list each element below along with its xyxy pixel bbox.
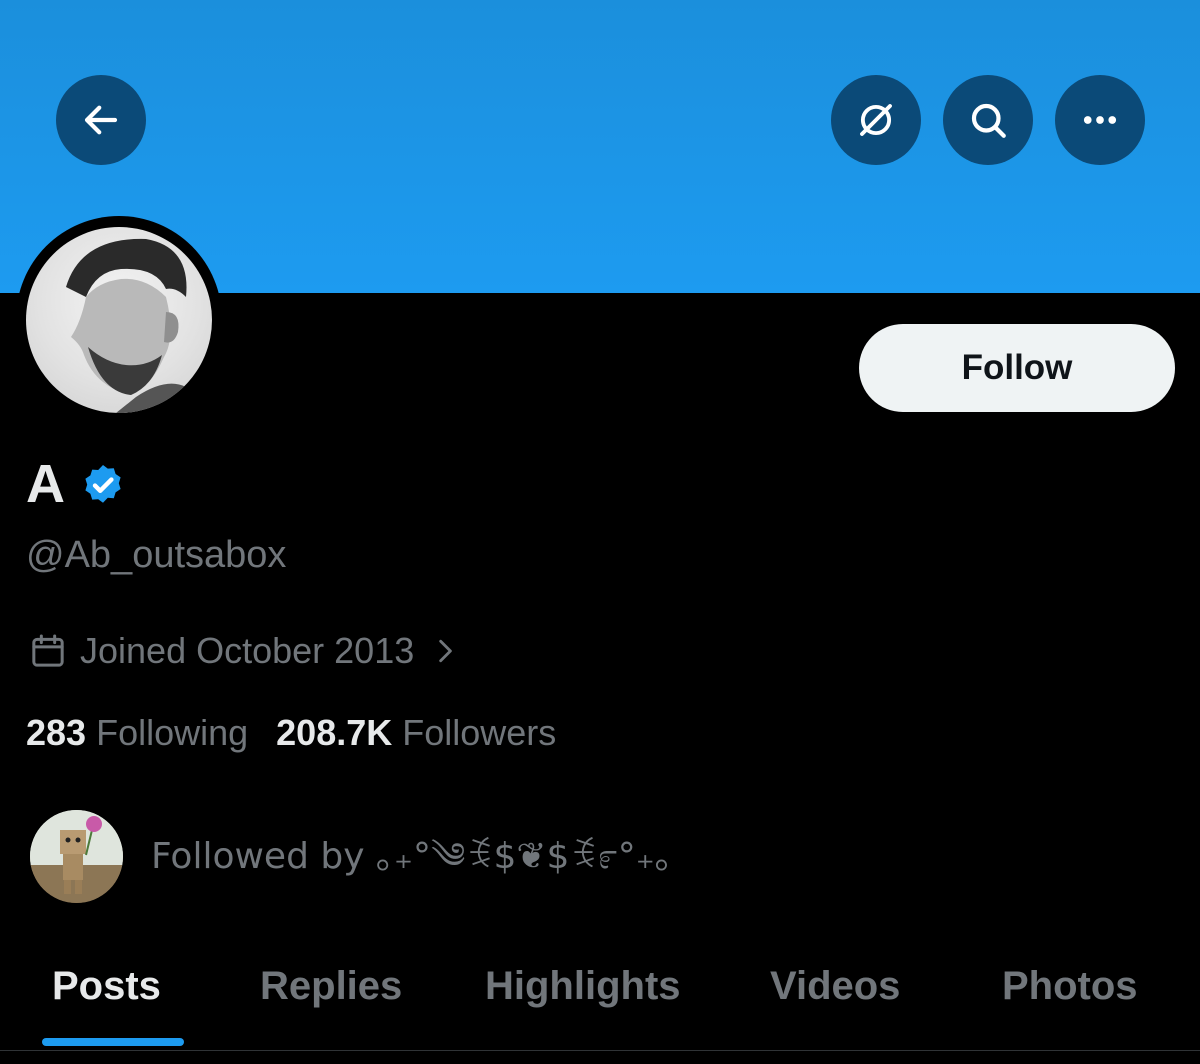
tab-posts[interactable]: Posts: [52, 940, 161, 1032]
arrow-left-icon: [84, 105, 118, 135]
more-button[interactable]: [1055, 75, 1145, 165]
avatar[interactable]: [26, 227, 212, 413]
followed-by-row[interactable]: Followed by ｡₊°༄ꉂ$❦$ꉂ೯°₊｡: [30, 810, 673, 903]
verified-badge-icon[interactable]: [79, 462, 127, 510]
avatar-sketch-image: [66, 238, 212, 413]
profile-tabs: Posts Replies Highlights Videos Photos: [0, 940, 1200, 1050]
tab-replies[interactable]: Replies: [260, 940, 402, 1032]
tab-videos[interactable]: Videos: [770, 940, 900, 1032]
followers-stat[interactable]: 208.7K Followers: [276, 710, 556, 756]
follower-avatar[interactable]: [30, 810, 123, 903]
following-count: 283: [26, 712, 87, 753]
back-button[interactable]: [56, 75, 146, 165]
tab-highlights[interactable]: Highlights: [485, 940, 681, 1032]
name-row: A: [26, 452, 127, 516]
follower-avatar-image: [30, 810, 123, 903]
follow-stats: 283 Following 208.7K Followers: [26, 710, 556, 756]
display-name: A: [26, 454, 65, 514]
active-tab-indicator: [42, 1038, 184, 1046]
profile-handle: @Ab_outsabox: [26, 534, 287, 576]
more-horizontal-icon: [1083, 116, 1117, 124]
search-icon: [971, 103, 1006, 138]
grok-icon: [860, 104, 892, 136]
tab-photos[interactable]: Photos: [1002, 940, 1138, 1032]
joined-date-link[interactable]: Joined October 2013: [28, 628, 458, 674]
following-stat[interactable]: 283 Following: [26, 710, 248, 756]
joined-date-text: Joined October 2013: [80, 630, 415, 671]
chevron-right-icon: [439, 639, 453, 663]
followed-by-text: Followed by ｡₊°༄ꉂ$❦$ꉂ೯°₊｡: [151, 835, 673, 877]
following-label: Following: [96, 712, 249, 753]
calendar-icon: [32, 634, 64, 667]
follow-button[interactable]: Follow: [859, 324, 1175, 412]
followers-label: Followers: [402, 712, 557, 753]
followers-count: 208.7K: [276, 712, 393, 753]
tabs-divider: [0, 1050, 1200, 1051]
grok-button[interactable]: [831, 75, 921, 165]
search-button[interactable]: [943, 75, 1033, 165]
